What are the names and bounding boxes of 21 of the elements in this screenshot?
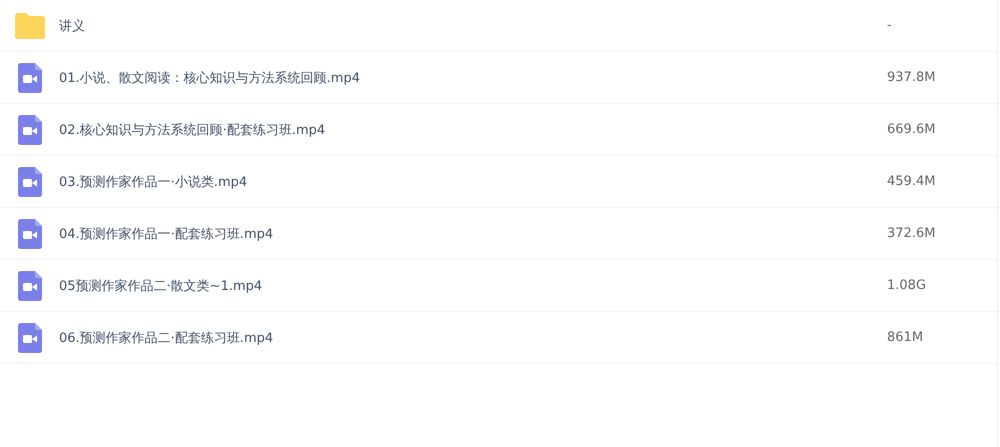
video-file-icon xyxy=(18,322,42,352)
video-file-icon xyxy=(18,114,42,144)
file-size: 937.8M xyxy=(887,70,936,85)
file-name[interactable]: 06.预测作家作品二·配套练习班.mp4 xyxy=(59,328,887,346)
video-file-icon xyxy=(18,218,42,248)
file-name[interactable]: 02.核心知识与方法系统回顾·配套练习班.mp4 xyxy=(59,120,887,138)
file-size: 861M xyxy=(887,330,924,345)
file-name[interactable]: 05预测作家作品二·散文类~1.mp4 xyxy=(59,276,887,294)
file-name[interactable]: 01.小说、散文阅读：核心知识与方法系统回顾.mp4 xyxy=(59,68,887,86)
file-size: 372.6M xyxy=(887,226,936,241)
video-file-icon xyxy=(18,166,42,196)
file-name[interactable]: 04.预测作家作品一·配套练习班.mp4 xyxy=(59,224,887,242)
file-size: - xyxy=(887,18,892,33)
file-name[interactable]: 03.预测作家作品一·小说类.mp4 xyxy=(59,172,887,190)
folder-icon xyxy=(15,12,45,38)
video-file-icon xyxy=(18,62,42,92)
file-name[interactable]: 讲义 xyxy=(59,16,887,34)
file-size: 669.6M xyxy=(887,122,936,137)
file-size: 1.08G xyxy=(887,278,926,293)
file-size: 459.4M xyxy=(887,174,936,189)
video-file-icon xyxy=(18,270,42,300)
